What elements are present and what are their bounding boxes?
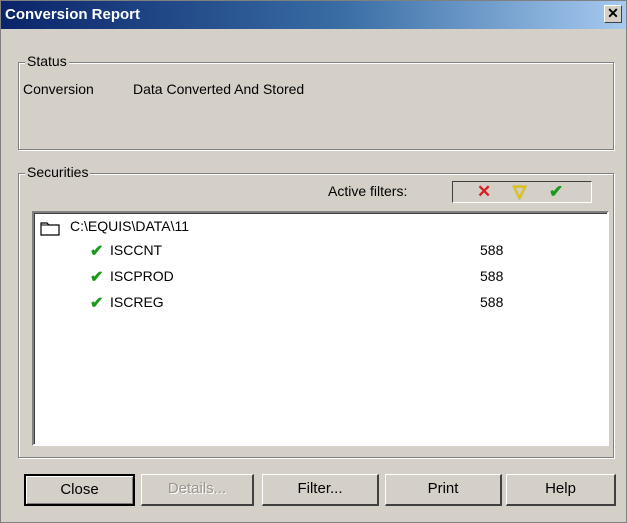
security-count: 588: [480, 268, 504, 284]
help-button[interactable]: Help: [506, 474, 616, 506]
close-window-button[interactable]: ✕: [604, 5, 622, 23]
active-filters-label: Active filters:: [328, 183, 408, 199]
filter-button[interactable]: Filter...: [262, 474, 379, 506]
list-item[interactable]: ✔ ISCREG 588: [34, 294, 594, 314]
list-item[interactable]: ✔ ISCCNT 588: [34, 242, 594, 262]
security-count: 588: [480, 242, 504, 258]
list-item[interactable]: ✔ ISCPROD 588: [34, 268, 594, 288]
status-group: Status: [18, 53, 614, 150]
securities-group-label: Securities: [25, 164, 91, 180]
title-bar[interactable]: Conversion Report ✕: [1, 1, 626, 29]
securities-list[interactable]: C:\EQUIS\DATA\11 ✔ ISCCNT 588 ✔ ISCPROD …: [32, 211, 609, 446]
active-filters-indicator[interactable]: ✕ ▽ ✔: [452, 181, 592, 203]
status-group-label: Status: [25, 53, 69, 69]
triangle-down-icon: ▽: [513, 182, 527, 201]
details-button[interactable]: Details...: [141, 474, 254, 506]
x-icon: ✕: [477, 182, 492, 201]
folder-icon: [40, 222, 60, 236]
security-name: ISCREG: [110, 294, 164, 310]
status-key: Conversion: [23, 81, 94, 97]
status-value: Data Converted And Stored: [133, 81, 305, 97]
conversion-report-dialog: Conversion Report ✕ Status Conversion Da…: [0, 0, 627, 523]
security-name: ISCPROD: [110, 268, 174, 284]
check-icon: ✔: [90, 269, 104, 286]
security-name: ISCCNT: [110, 242, 163, 258]
check-icon: ✔: [549, 182, 564, 201]
folder-path: C:\EQUIS\DATA\11: [70, 218, 190, 234]
print-button[interactable]: Print: [385, 474, 502, 506]
close-icon: ✕: [607, 5, 619, 21]
window-title: Conversion Report: [5, 6, 141, 23]
check-icon: ✔: [90, 295, 104, 312]
close-button[interactable]: Close: [24, 474, 135, 506]
security-count: 588: [480, 294, 504, 310]
check-icon: ✔: [90, 243, 104, 260]
